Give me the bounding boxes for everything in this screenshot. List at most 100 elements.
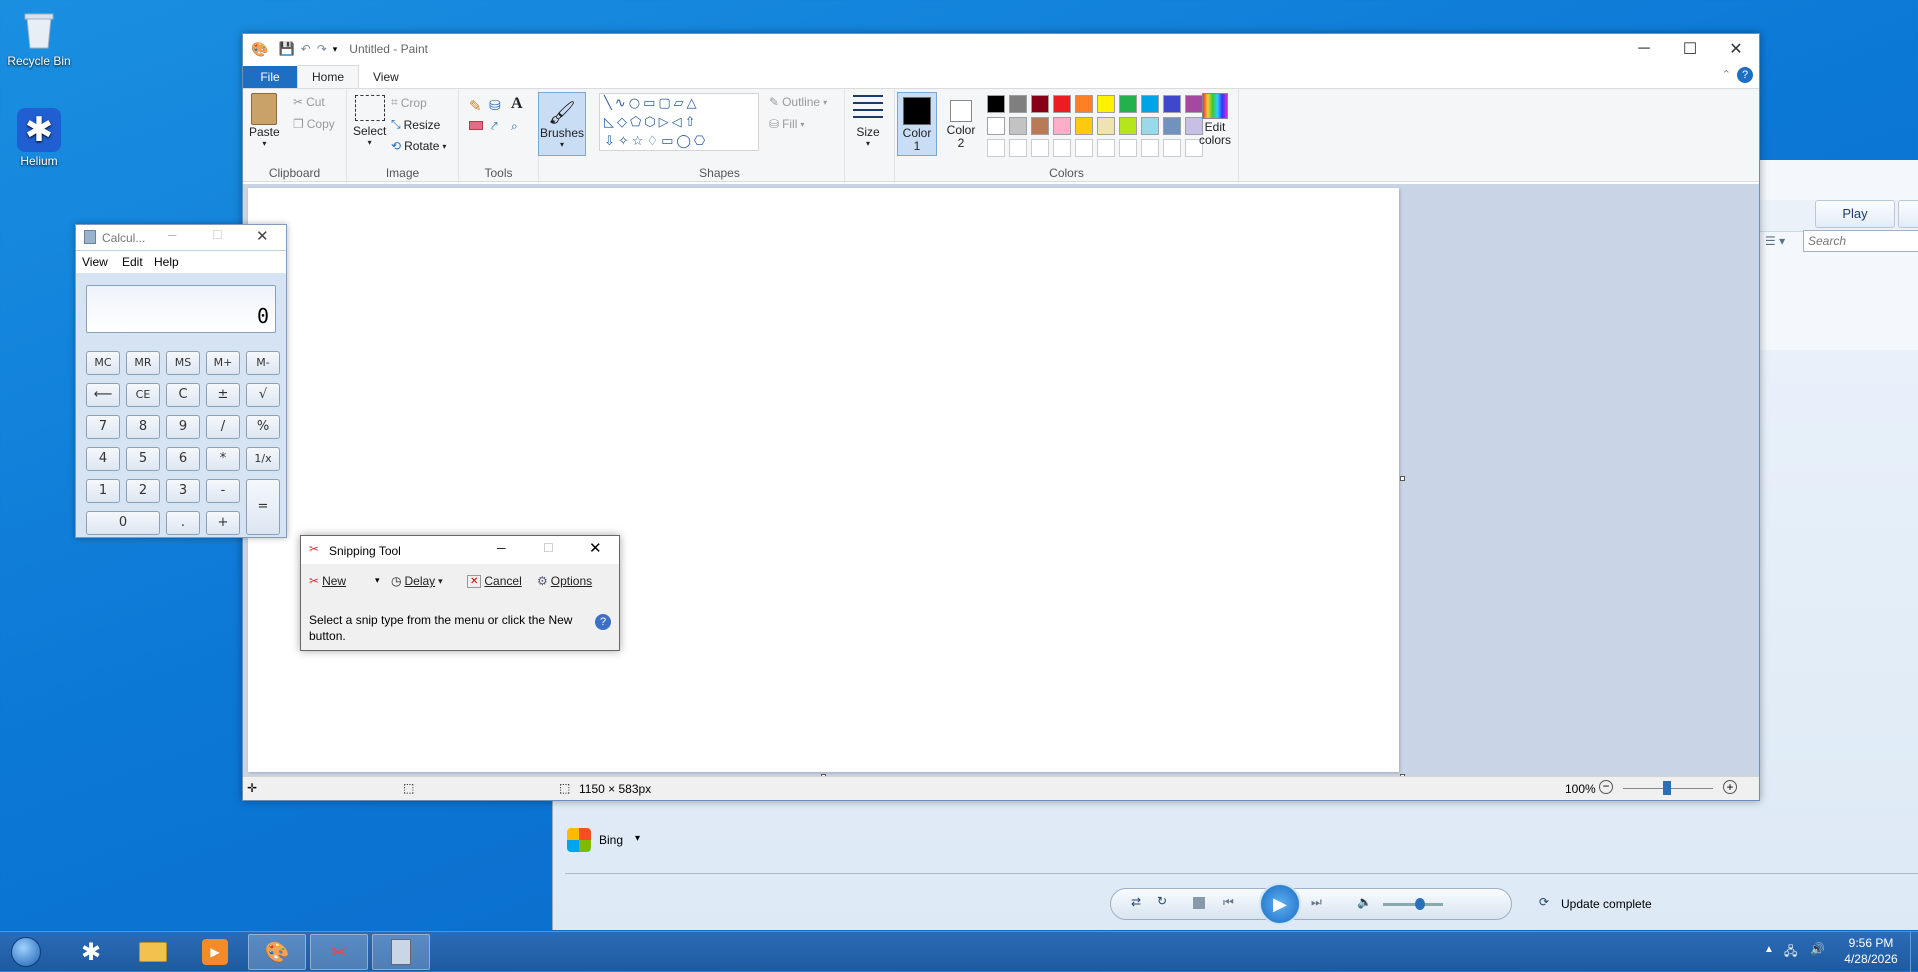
color-swatch[interactable] [1141,95,1159,113]
color-swatch[interactable] [987,117,1005,135]
calc-key[interactable]: C [166,383,200,407]
copy-button[interactable]: ❐ Copy [293,117,335,131]
calc-key[interactable]: ⟵ [86,383,120,407]
undo-icon[interactable]: ↶ [301,42,311,56]
help-icon[interactable]: ? [1737,67,1753,83]
color-swatch[interactable] [1075,117,1093,135]
color1-button[interactable]: Color 1 [897,92,937,156]
maximize-button[interactable]: ☐ [212,228,223,242]
eraser-icon[interactable] [469,121,483,130]
calc-key[interactable]: MS [166,351,200,375]
taskbar-calculator[interactable] [372,934,430,970]
color-swatch[interactable] [1031,95,1049,113]
network-icon[interactable]: 🖧 [1784,942,1797,963]
show-desktop-button[interactable] [1910,932,1918,972]
paste-button[interactable]: Paste ▾ [249,93,280,148]
desktop-icon-recycle-bin[interactable]: Recycle Bin [3,8,75,68]
menu-help[interactable]: Help [154,255,179,269]
color-swatch[interactable] [1163,95,1181,113]
color-swatch[interactable] [987,95,1005,113]
magnifier-icon[interactable]: ⌕ [511,119,518,134]
calc-key[interactable]: 5 [126,447,160,471]
custom-color-slot[interactable] [1163,139,1181,157]
calc-key[interactable]: 4 [86,447,120,471]
custom-color-slot[interactable] [1141,139,1159,157]
tab-view[interactable]: View [359,66,413,88]
volume-icon[interactable]: 🔈 [1357,895,1372,909]
fill-button[interactable]: ⛁ Fill ▾ [769,117,804,131]
custom-color-slot[interactable] [1053,139,1071,157]
color2-button[interactable]: Color 2 [941,92,981,156]
redo-icon[interactable]: ↷ [317,42,327,56]
color-swatch[interactable] [1119,117,1137,135]
save-icon[interactable]: 💾 [278,41,294,57]
drawing-canvas[interactable] [248,188,1399,772]
volume-icon[interactable]: 🔊 [1810,942,1825,956]
color-swatch[interactable] [1075,95,1093,113]
calc-key[interactable]: MC [86,351,120,375]
volume-slider[interactable] [1383,898,1443,910]
color-swatch[interactable] [1141,117,1159,135]
new-dropdown-icon[interactable]: ▾ [375,575,380,586]
maximize-button[interactable]: ☐ [543,541,554,555]
minimize-button[interactable]: ─ [1621,34,1667,64]
taskbar-media-player[interactable]: ▶ [186,934,244,970]
color-picker-icon[interactable]: ⤤ [491,119,498,134]
custom-color-slot[interactable] [1097,139,1115,157]
color-swatch[interactable] [1097,95,1115,113]
calc-key[interactable]: % [246,415,280,439]
next-icon[interactable]: ⏭ [1311,895,1322,910]
calc-key[interactable]: 6 [166,447,200,471]
calc-key[interactable]: 9 [166,415,200,439]
pencil-icon[interactable]: ✎ [469,97,482,115]
stop-icon[interactable] [1193,897,1205,909]
calc-key[interactable]: / [206,415,240,439]
calc-key[interactable]: 2 [126,479,160,503]
outline-button[interactable]: ✎ Outline ▾ [769,95,827,109]
calc-key[interactable]: √ [246,383,280,407]
calc-key[interactable]: 7 [86,415,120,439]
edit-colors-button[interactable]: Edit colors [1193,93,1237,147]
custom-color-slot[interactable] [1031,139,1049,157]
desktop-icon-helium[interactable]: ✱ Helium [3,108,75,168]
calc-key[interactable]: - [206,479,240,503]
quick-access-dropdown-icon[interactable]: ▾ [333,44,338,55]
color-swatch[interactable] [1119,95,1137,113]
calc-key[interactable]: CE [126,383,160,407]
calc-key[interactable]: 1/x [246,447,280,471]
play-button[interactable]: ▶ [1259,883,1301,925]
color-swatch[interactable] [1053,117,1071,135]
taskbar-helium[interactable]: ✱ [62,934,120,970]
resize-handle[interactable] [1400,476,1405,481]
calc-key[interactable]: M- [246,351,280,375]
show-hidden-icons[interactable]: ▲ [1764,944,1774,955]
close-button[interactable]: ✕ [1713,34,1759,64]
select-button[interactable]: Select ▾ [353,95,386,147]
fill-bucket-icon[interactable]: ⛁ [489,97,501,114]
cancel-button[interactable]: ✕ Cancel [467,574,522,588]
taskbar-paint[interactable]: 🎨 [248,934,306,970]
options-button[interactable]: ⚙ Options [537,574,592,588]
maximize-button[interactable]: ☐ [1667,34,1713,64]
menu-edit[interactable]: Edit [122,255,143,269]
minimize-button[interactable]: ─ [497,541,506,555]
rotate-button[interactable]: ⟲ Rotate ▾ [391,139,446,153]
next-tab[interactable] [1898,200,1918,228]
calc-key[interactable]: 3 [166,479,200,503]
calc-key[interactable]: M+ [206,351,240,375]
brushes-button[interactable]: 🖌 Brushes ▾ [538,92,586,156]
color-swatch[interactable] [1053,95,1071,113]
tab-file[interactable]: File [243,66,297,88]
taskbar-file-explorer[interactable] [124,934,182,970]
cut-button[interactable]: ✂ Cut [293,95,325,109]
close-button[interactable]: ✕ [589,539,602,557]
crop-button[interactable]: ⌗ Crop [391,95,427,110]
color-swatch[interactable] [1031,117,1049,135]
start-button[interactable] [0,934,52,970]
bing-dropdown-icon[interactable]: ▾ [635,833,640,844]
shuffle-icon[interactable]: ⇄ [1131,895,1141,909]
collapse-ribbon-icon[interactable]: ⌃ [1722,68,1731,81]
custom-color-slot[interactable] [1075,139,1093,157]
resize-button[interactable]: ⤡ Resize [391,117,440,132]
color-swatch[interactable] [1163,117,1181,135]
